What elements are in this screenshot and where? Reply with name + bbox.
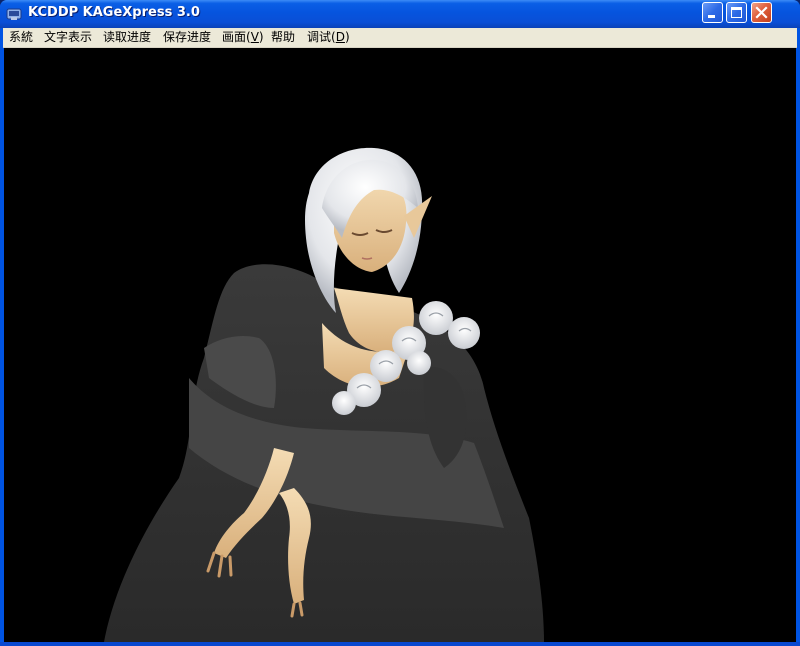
menu-system[interactable]: 系統 [9,29,33,46]
menu-save-label: 保存进度 [163,30,212,44]
rose-6 [407,351,431,375]
menu-debug[interactable]: 调试(D) [307,29,350,46]
game-stage[interactable] [4,48,796,642]
menu-load[interactable]: 读取进度 [103,29,151,46]
menu-text-display[interactable]: 文字表示 [44,29,92,46]
menu-help-label: 帮助 [271,30,296,44]
title-bar[interactable]: KCDDP KAGeXpress 3.0 [0,0,800,28]
menu-load-label: 读取进度 [103,30,152,44]
menu-debug-mnemonic: D [335,30,345,44]
rose-1 [419,301,453,335]
app-icon[interactable] [6,6,22,22]
menu-debug-label: 调试 [307,30,332,44]
menu-view-label: 画面 [222,30,247,44]
character-sprite[interactable] [4,48,796,642]
close-button[interactable] [751,2,772,23]
menu-view-mnemonic: V [250,30,259,44]
window-bottom-border [0,642,800,646]
close-icon [755,6,768,19]
rose-2 [448,317,480,349]
window-title: KCDDP KAGeXpress 3.0 [28,5,200,20]
minimize-icon [708,15,715,18]
menu-save[interactable]: 保存进度 [163,29,211,46]
maximize-icon [731,7,742,18]
menu-system-label: 系統 [9,30,34,44]
menu-text-display-label: 文字表示 [44,30,93,44]
menu-help[interactable]: 帮助 [271,29,295,46]
app-window: KCDDP KAGeXpress 3.0 系統 文字表示 读取进度 保存进度 画… [0,0,800,646]
maximize-button[interactable] [726,2,747,23]
menu-bar: 系統 文字表示 读取进度 保存进度 画面(V) 帮助 调试(D) [3,28,797,48]
menu-view[interactable]: 画面(V) [222,29,264,46]
rose-7 [332,391,356,415]
minimize-button[interactable] [702,2,723,23]
